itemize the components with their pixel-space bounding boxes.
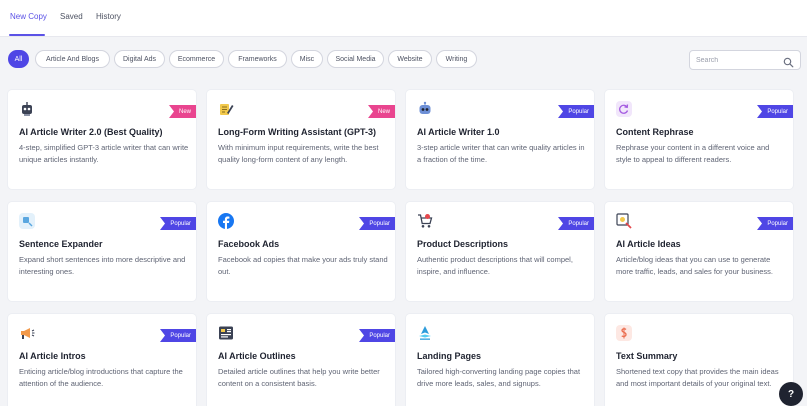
tab-history[interactable]: History — [96, 12, 121, 21]
card-title: Long-Form Writing Assistant (GPT-3) — [218, 127, 376, 137]
tab-new-copy[interactable]: New Copy — [10, 12, 47, 21]
popular-badge: Popular — [558, 217, 594, 230]
active-tab-indicator — [9, 34, 45, 36]
new-badge: New — [169, 105, 196, 118]
facebook-icon — [218, 213, 234, 229]
popular-badge: Popular — [160, 329, 196, 342]
rocket-icon — [417, 325, 433, 341]
card-description: Facebook ad copies that make your ads tr… — [218, 255, 388, 276]
refresh-icon — [616, 101, 632, 117]
robot-icon — [19, 101, 35, 117]
card-description: Detailed article outlines that help you … — [218, 367, 380, 388]
template-card[interactable]: Popular AI Article Writer 1.0 3-step art… — [406, 90, 594, 189]
cart-icon — [417, 213, 433, 229]
card-description: With minimum input requirements, write t… — [218, 143, 379, 164]
template-card[interactable]: Popular Facebook Ads Facebook ad copies … — [207, 202, 395, 301]
template-card[interactable]: Popular Content Rephrase Rephrase your c… — [605, 90, 793, 189]
filter-ecommerce[interactable]: Ecommerce — [169, 50, 224, 68]
card-description: Expand short sentences into more descrip… — [19, 255, 186, 276]
card-title: AI Article Writer 2.0 (Best Quality) — [19, 127, 163, 137]
filter-digital-ads[interactable]: Digital Ads — [114, 50, 165, 68]
template-card[interactable]: Popular AI Article Ideas Article/blog id… — [605, 202, 793, 301]
template-card[interactable]: Text Summary Shortened text copy that pr… — [605, 314, 793, 406]
popular-badge: Popular — [757, 217, 793, 230]
card-title: AI Article Intros — [19, 351, 86, 361]
new-badge: New — [368, 105, 395, 118]
popular-badge: Popular — [558, 105, 594, 118]
robot-head-icon — [417, 101, 433, 117]
template-card[interactable]: Popular AI Article Outlines Detailed art… — [207, 314, 395, 406]
pencil-paper-icon — [218, 101, 234, 117]
popular-badge: Popular — [757, 105, 793, 118]
card-title: Text Summary — [616, 351, 678, 361]
top-tab-bar: New Copy Saved History — [0, 0, 807, 37]
card-title: Product Descriptions — [417, 239, 509, 249]
filter-website[interactable]: Website — [388, 50, 432, 68]
card-title: AI Article Ideas — [616, 239, 681, 249]
card-title: Sentence Expander — [19, 239, 103, 249]
megaphone-icon — [19, 325, 35, 341]
outline-board-icon — [218, 325, 234, 341]
card-description: Enticing article/blog introductions that… — [19, 367, 183, 388]
card-title: AI Article Writer 1.0 — [417, 127, 500, 137]
category-filter-bar: All Article And Blogs Digital Ads Ecomme… — [0, 38, 807, 82]
filter-all[interactable]: All — [8, 50, 29, 68]
template-card[interactable]: New Long-Form Writing Assistant (GPT-3) … — [207, 90, 395, 189]
search-box — [689, 50, 801, 70]
help-button[interactable]: ? — [779, 382, 803, 406]
card-description: Authentic product descriptions that will… — [417, 255, 573, 276]
template-card[interactable]: Popular Product Descriptions Authentic p… — [406, 202, 594, 301]
filter-social-media[interactable]: Social Media — [327, 50, 384, 68]
filter-writing[interactable]: Writing — [436, 50, 477, 68]
summary-doc-icon — [616, 325, 632, 341]
tab-saved[interactable]: Saved — [60, 12, 83, 21]
popular-badge: Popular — [160, 217, 196, 230]
expand-icon — [19, 213, 35, 229]
popular-badge: Popular — [359, 329, 395, 342]
card-title: Facebook Ads — [218, 239, 280, 249]
template-card[interactable]: Popular AI Article Intros Enticing artic… — [8, 314, 196, 406]
card-description: 4-step, simplified GPT-3 article writer … — [19, 143, 189, 164]
search-input[interactable] — [696, 54, 780, 67]
card-description: Shortened text copy that provides the ma… — [616, 367, 779, 388]
template-card[interactable]: New AI Article Writer 2.0 (Best Quality)… — [8, 90, 196, 189]
card-description: Rephrase your content in a different voi… — [616, 143, 770, 164]
filter-frameworks[interactable]: Frameworks — [228, 50, 287, 68]
card-title: AI Article Outlines — [218, 351, 296, 361]
card-description: Article/blog ideas that you can use to g… — [616, 255, 774, 276]
filter-article-and-blogs[interactable]: Article And Blogs — [35, 50, 110, 68]
idea-search-icon — [616, 213, 632, 229]
card-title: Content Rephrase — [616, 127, 694, 137]
search-icon[interactable] — [783, 55, 794, 68]
template-card[interactable]: Landing Pages Tailored high-converting l… — [406, 314, 594, 406]
card-description: 3-step article writer that can write qua… — [417, 143, 585, 164]
card-title: Landing Pages — [417, 351, 482, 361]
filter-misc[interactable]: Misc — [291, 50, 323, 68]
popular-badge: Popular — [359, 217, 395, 230]
template-card[interactable]: Popular Sentence Expander Expand short s… — [8, 202, 196, 301]
card-description: Tailored high-converting landing page co… — [417, 367, 581, 388]
